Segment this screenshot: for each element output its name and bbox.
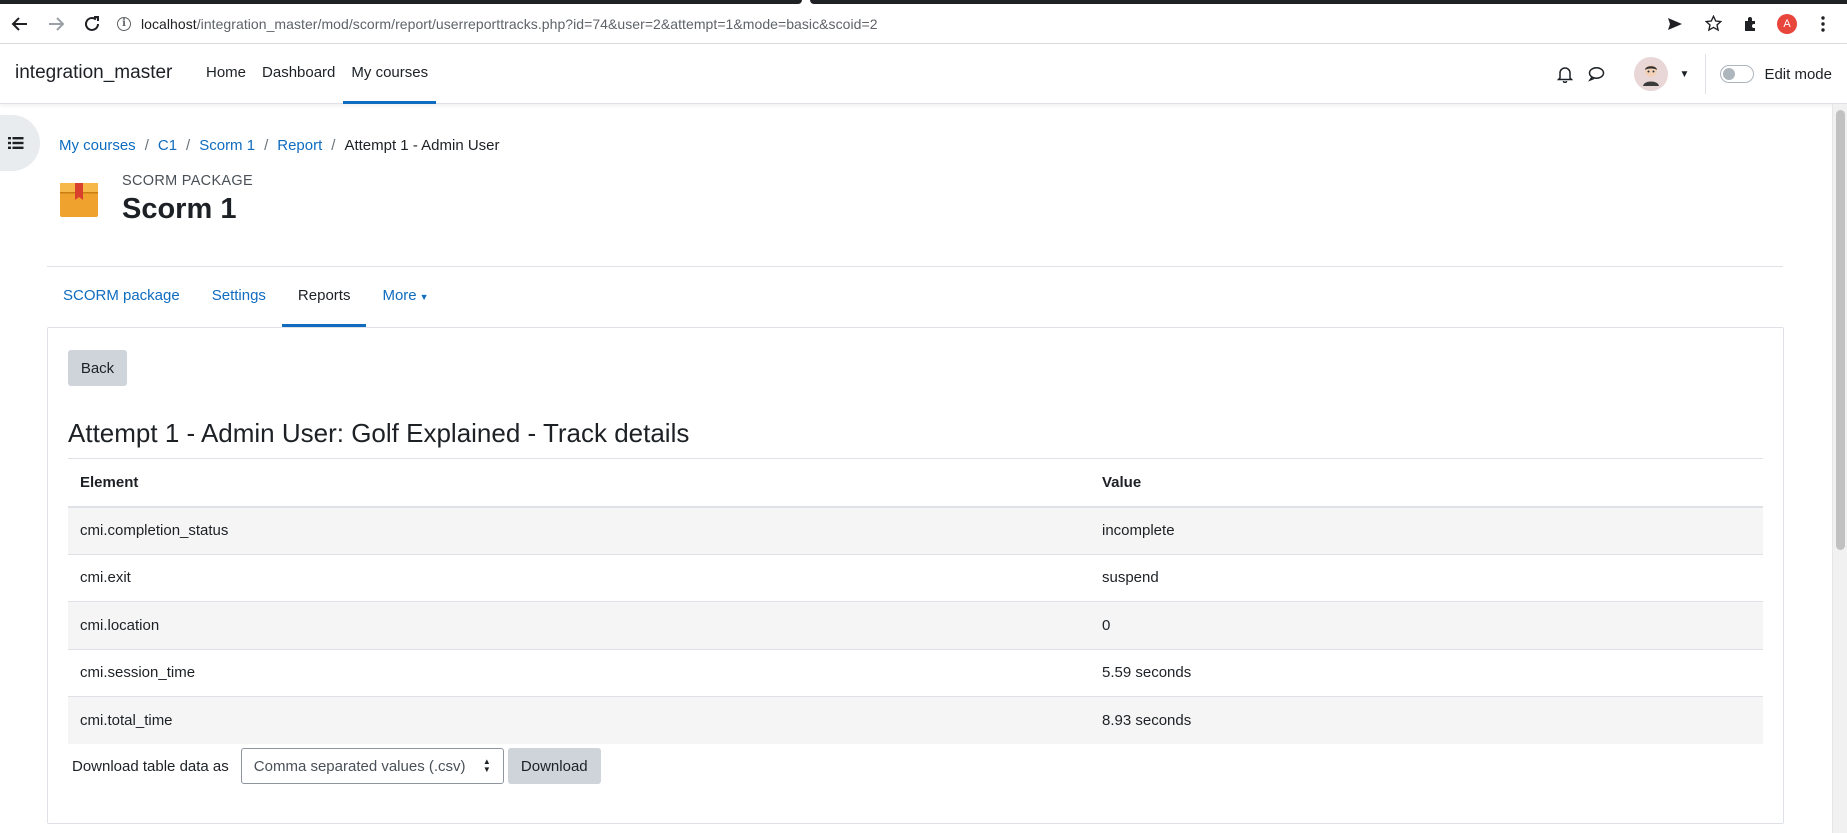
- edit-mode-label: Edit mode: [1764, 65, 1832, 83]
- tab-scorm-package[interactable]: SCORM package: [47, 268, 196, 327]
- notifications-bell-icon[interactable]: [1554, 63, 1576, 85]
- cell-element: cmi.location: [68, 601, 1090, 649]
- course-index-toggle[interactable]: [0, 115, 40, 171]
- site-info-icon[interactable]: i: [117, 16, 131, 31]
- tab-more-label: More: [382, 287, 417, 304]
- scrollbar-thumb[interactable]: [1836, 110, 1845, 550]
- table-row: cmi.exit suspend: [68, 553, 1763, 602]
- user-avatar[interactable]: [1633, 57, 1668, 91]
- table-row: cmi.location 0: [68, 601, 1763, 649]
- page-scrollbar[interactable]: [1832, 104, 1847, 833]
- report-card: Back Attempt 1 - Admin User: Golf Explai…: [47, 327, 1784, 824]
- cell-value: 8.93 seconds: [1090, 696, 1763, 744]
- breadcrumb-c1[interactable]: C1: [158, 137, 177, 154]
- nav-my-courses[interactable]: My courses: [343, 44, 437, 104]
- list-icon: [8, 137, 24, 149]
- breadcrumb-my-courses[interactable]: My courses: [59, 137, 136, 154]
- cell-element: cmi.exit: [68, 553, 1090, 602]
- cell-element: cmi.session_time: [68, 648, 1090, 697]
- bookmark-star-icon[interactable]: [1701, 12, 1725, 36]
- download-format-select[interactable]: Comma separated values (.csv) ▲ ▼: [240, 748, 504, 784]
- tab-reports[interactable]: Reports: [281, 268, 367, 327]
- table-header-row: Element Value: [68, 458, 1763, 508]
- header-divider: [47, 266, 1783, 267]
- table-row: cmi.total_time 8.93 seconds: [68, 696, 1763, 744]
- caret-down-icon: ▼: [419, 292, 429, 302]
- track-details-heading: Attempt 1 - Admin User: Golf Explained -…: [68, 418, 690, 448]
- browser-menu-icon[interactable]: [1811, 12, 1835, 36]
- user-menu-caret-icon[interactable]: ▼: [1680, 69, 1690, 80]
- tab-more[interactable]: More ▼: [366, 268, 444, 327]
- secondary-navigation: SCORM package Settings Reports More ▼: [47, 268, 445, 327]
- download-label: Download table data as: [72, 757, 229, 775]
- forward-arrow-icon[interactable]: [41, 9, 71, 39]
- download-format-value: Comma separated values (.csv): [253, 757, 466, 775]
- cell-value: 0: [1090, 601, 1763, 649]
- messages-chat-icon[interactable]: [1586, 63, 1608, 85]
- url-text: localhost/integration_master/mod/scorm/r…: [141, 15, 878, 32]
- browser-toolbar: i localhost/integration_master/mod/scorm…: [0, 4, 1847, 44]
- select-arrows-icon: ▲ ▼: [482, 757, 491, 774]
- scorm-package-icon: [59, 180, 99, 220]
- breadcrumb-report[interactable]: Report: [277, 137, 322, 154]
- page-title: Scorm 1: [122, 193, 237, 225]
- nav-home[interactable]: Home: [198, 44, 254, 104]
- column-header-value: Value: [1090, 458, 1763, 508]
- navbar-divider: [1705, 54, 1707, 94]
- table-row: cmi.session_time 5.59 seconds: [68, 648, 1763, 697]
- breadcrumb-scorm-1[interactable]: Scorm 1: [199, 137, 255, 154]
- column-header-element: Element: [68, 458, 1090, 508]
- activity-type-label: SCORM PACKAGE: [122, 173, 253, 189]
- edit-mode-toggle[interactable]: [1720, 65, 1755, 83]
- primary-navigation: Home Dashboard My courses: [198, 44, 437, 104]
- cell-value: 5.59 seconds: [1090, 648, 1763, 697]
- site-brand[interactable]: integration_master: [15, 62, 172, 84]
- nav-dashboard[interactable]: Dashboard: [254, 44, 343, 104]
- cell-value: suspend: [1090, 553, 1763, 602]
- send-icon[interactable]: [1663, 12, 1687, 36]
- breadcrumb-current: Attempt 1 - Admin User: [344, 137, 500, 154]
- cell-element: cmi.total_time: [68, 696, 1090, 744]
- cell-element: cmi.completion_status: [68, 506, 1090, 554]
- site-navbar: integration_master Home Dashboard My cou…: [0, 44, 1847, 104]
- profile-avatar[interactable]: A: [1777, 13, 1797, 34]
- download-form: Download table data as Comma separated v…: [72, 748, 601, 784]
- cell-value: incomplete: [1090, 506, 1763, 554]
- breadcrumb: My courses / C1 / Scorm 1 / Report / Att…: [59, 137, 500, 154]
- download-button[interactable]: Download: [507, 748, 601, 784]
- extensions-icon[interactable]: [1739, 12, 1763, 36]
- address-bar[interactable]: i localhost/integration_master/mod/scorm…: [117, 9, 1663, 39]
- track-details-table: Element Value cmi.completion_status inco…: [68, 458, 1763, 744]
- back-button[interactable]: Back: [68, 350, 127, 386]
- table-row: cmi.completion_status incomplete: [68, 506, 1763, 554]
- reload-icon[interactable]: [77, 9, 107, 39]
- back-arrow-icon[interactable]: [5, 9, 35, 39]
- tab-settings[interactable]: Settings: [196, 268, 282, 327]
